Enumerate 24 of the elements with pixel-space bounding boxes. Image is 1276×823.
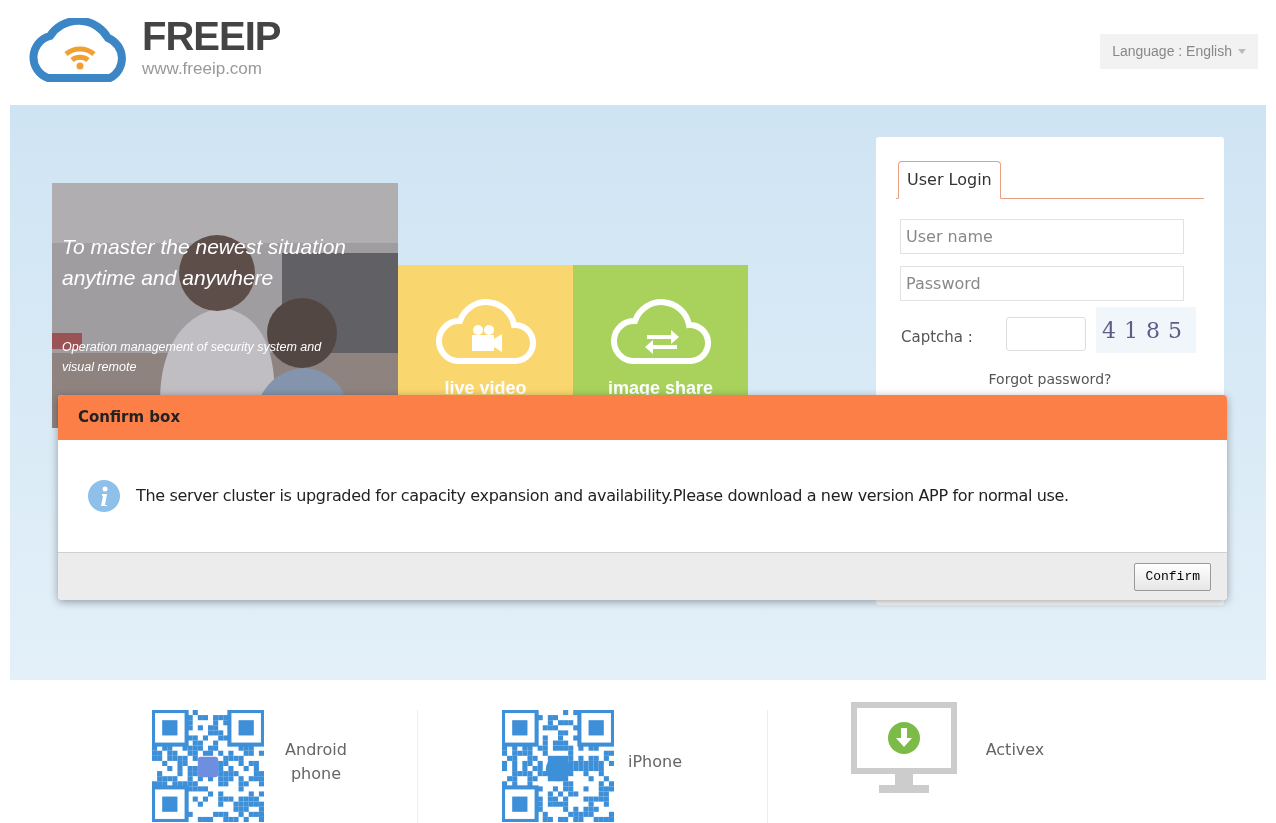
- captcha-field[interactable]: [1006, 317, 1086, 351]
- language-dropdown[interactable]: Language : English: [1100, 34, 1258, 69]
- logo-title: FREEIP: [142, 16, 281, 57]
- qr-code-icon: [502, 710, 614, 822]
- captcha-image[interactable]: 4185: [1096, 307, 1196, 353]
- download-label[interactable]: Android phone: [278, 738, 354, 786]
- logo-url: www.freeip.com: [142, 58, 263, 80]
- login-tab[interactable]: User Login: [898, 161, 1001, 199]
- download-label[interactable]: iPhone: [628, 750, 704, 774]
- captcha-label: Captcha :: [901, 326, 974, 348]
- dialog-message: The server cluster is upgraded for capacity expansion and availability.Please download a new version APP for normal use.: [136, 485, 1069, 507]
- password-field[interactable]: Password: [900, 266, 1184, 301]
- cloud-camera-icon: [435, 299, 536, 365]
- confirm-button[interactable]: Confirm: [1134, 562, 1211, 591]
- forgot-password-link[interactable]: Forgot password?: [988, 369, 1112, 390]
- caret-icon: [1238, 49, 1246, 54]
- download-label[interactable]: Activex: [977, 738, 1053, 762]
- qr-code-icon: [152, 710, 264, 822]
- username-field[interactable]: User name: [900, 219, 1184, 254]
- tile-label: live video: [444, 377, 527, 400]
- info-icon: [88, 480, 120, 512]
- cloud-arrows-icon: [610, 299, 711, 365]
- banner-headline: To master the newest situation anytime and anywhere: [62, 234, 348, 291]
- dialog-title: Confirm box: [78, 407, 181, 429]
